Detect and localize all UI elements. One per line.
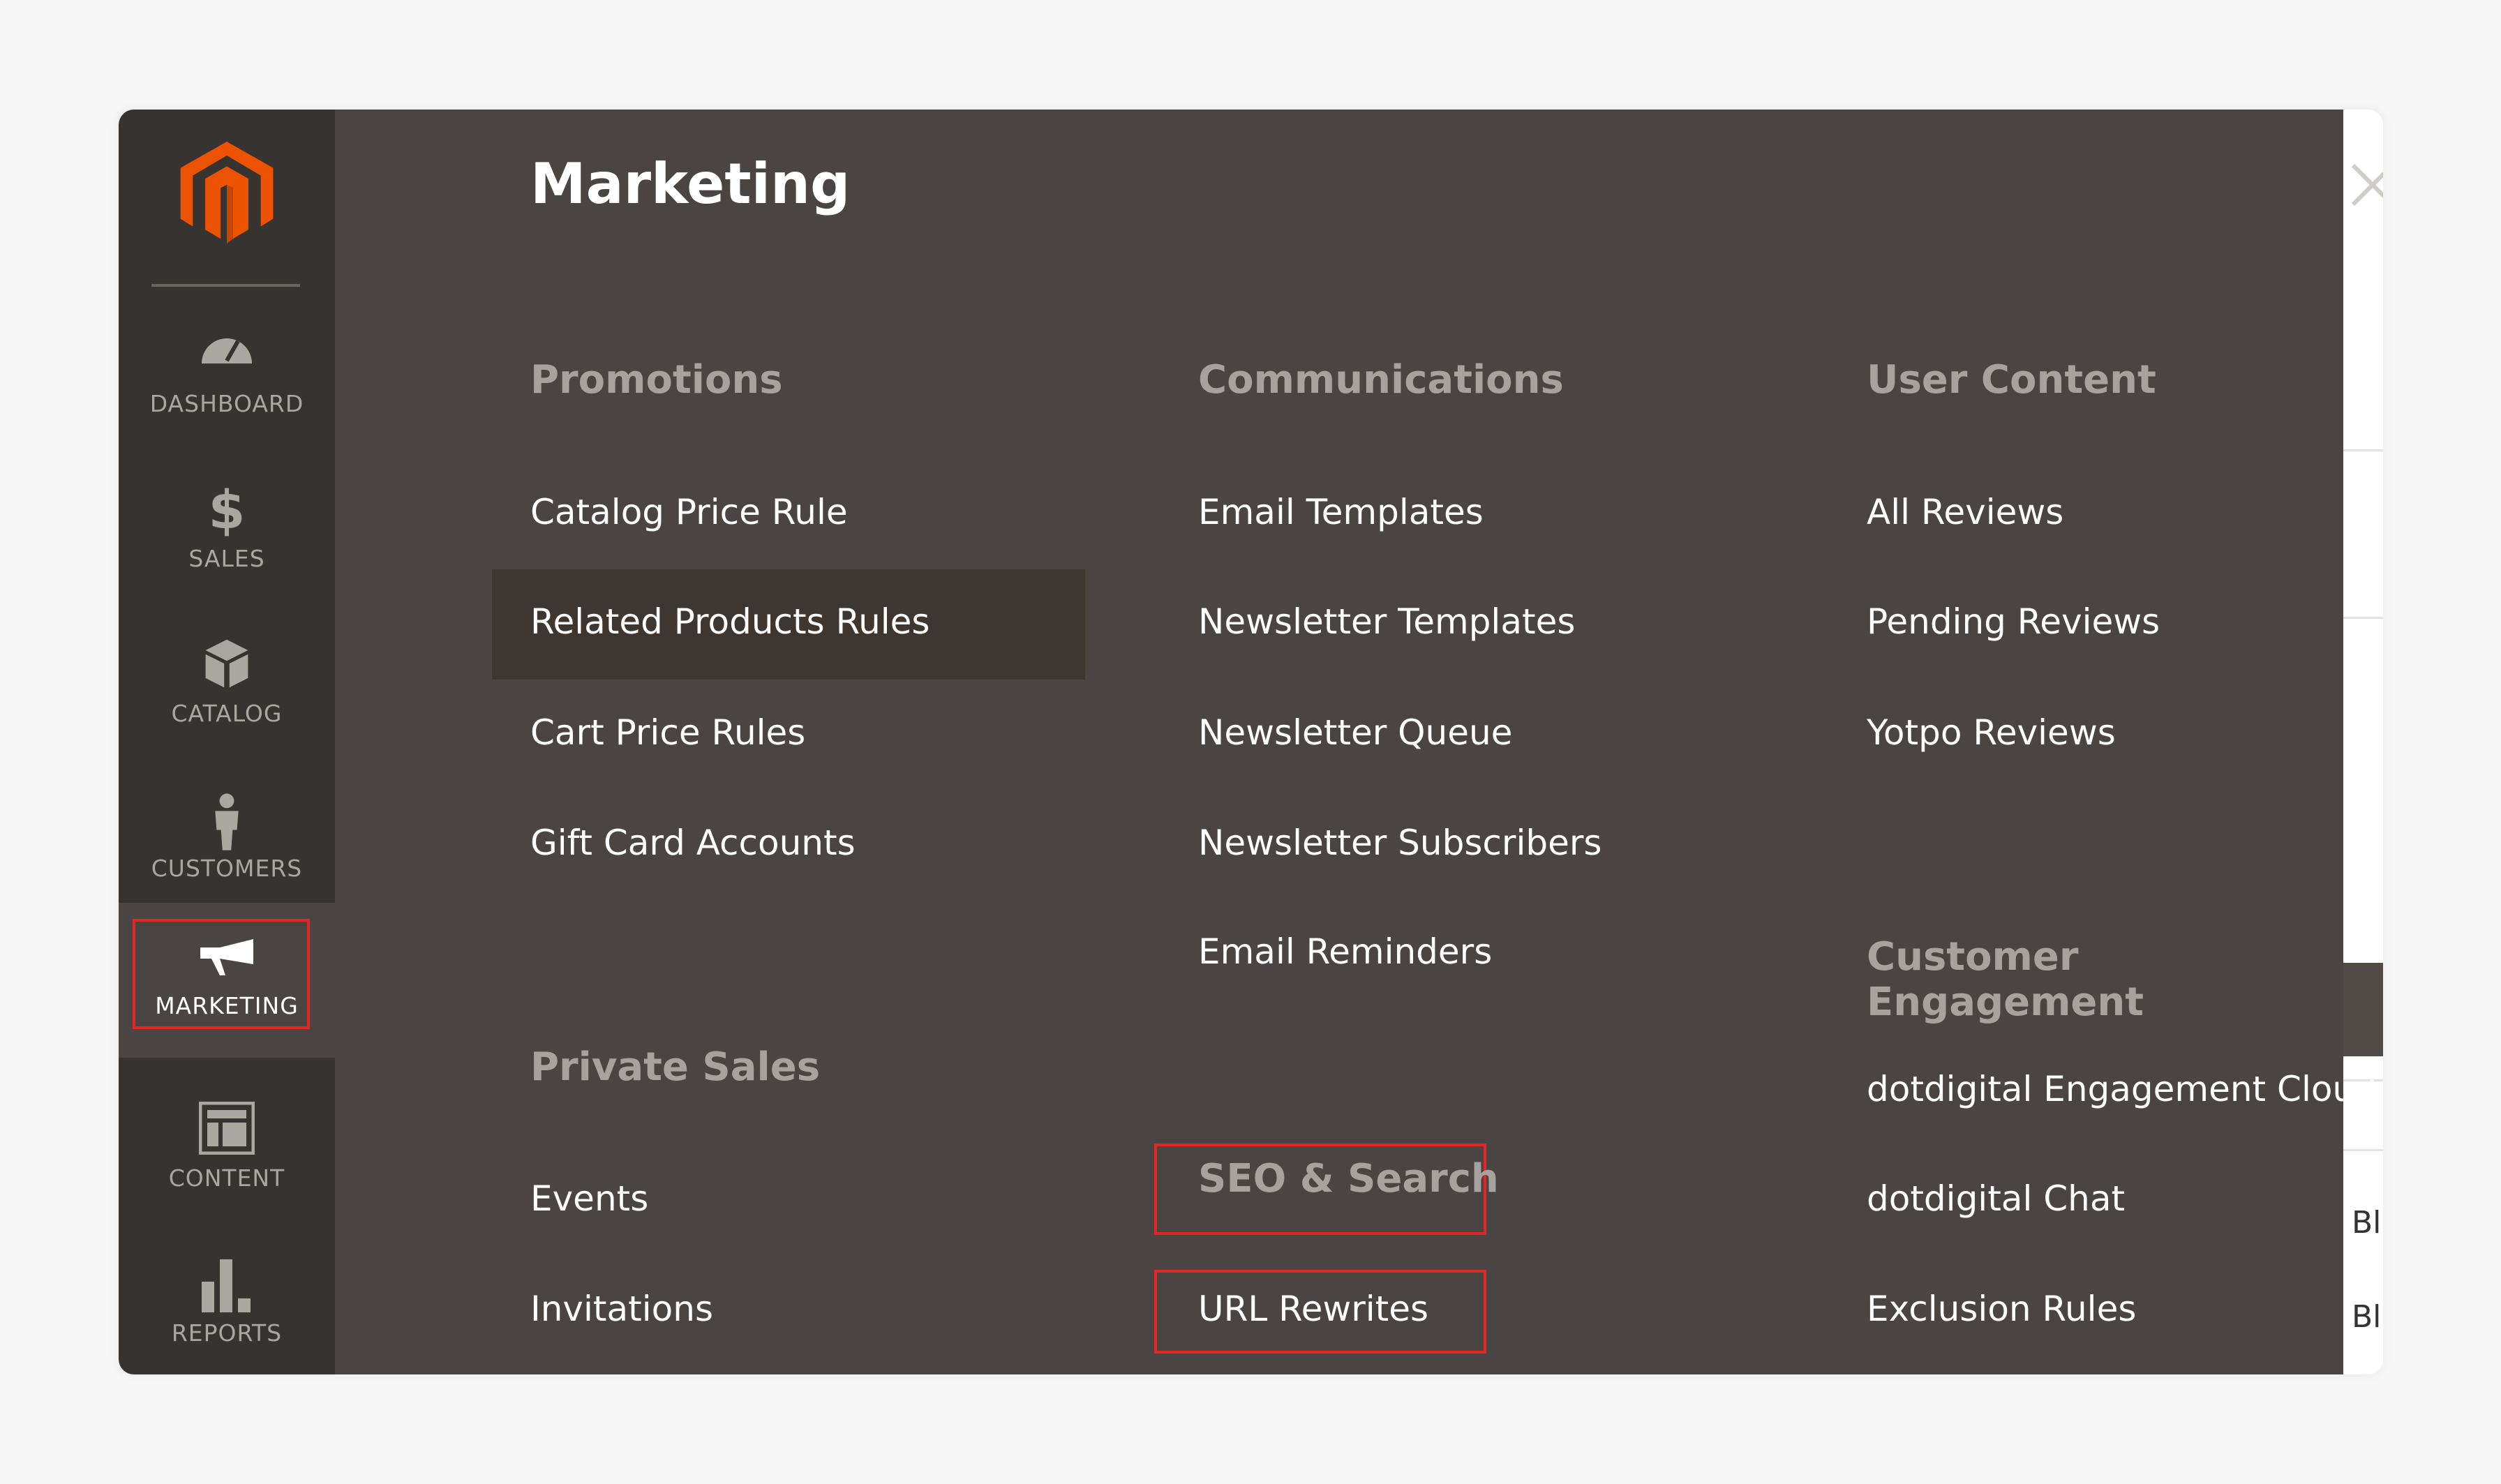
dashboard-icon bbox=[202, 338, 252, 363]
sidebar-item-reports[interactable]: REPORTS bbox=[119, 1234, 335, 1374]
megaphone-icon bbox=[200, 939, 253, 975]
section-header-private-sales: Private Sales bbox=[530, 1044, 821, 1090]
admin-window: Bl Bl DASHBOARD $ SALES CATALOG CUSTOMER… bbox=[119, 110, 2383, 1374]
sidebar-divider bbox=[151, 284, 300, 287]
menu-item-catalog-price-rule[interactable]: Catalog Price Rule bbox=[530, 492, 848, 532]
menu-item-invitations[interactable]: Invitations bbox=[530, 1289, 713, 1329]
row-divider bbox=[2343, 617, 2383, 619]
menu-item-newsletter-queue[interactable]: Newsletter Queue bbox=[1198, 712, 1512, 753]
sidebar-item-marketing[interactable]: MARKETING bbox=[119, 903, 335, 1058]
menu-item-email-templates[interactable]: Email Templates bbox=[1198, 492, 1484, 532]
magento-logo[interactable] bbox=[180, 142, 274, 243]
sidebar-item-label: REPORTS bbox=[171, 1319, 283, 1347]
row-divider bbox=[2343, 1149, 2383, 1151]
bar-chart-icon bbox=[202, 1259, 251, 1312]
background-row-text: Bl bbox=[2352, 1299, 2382, 1335]
menu-item-dotdigital-chat[interactable]: dotdigital Chat bbox=[1867, 1178, 2125, 1219]
section-header-seo-search: SEO & Search bbox=[1198, 1156, 1499, 1201]
section-header-communications: Communications bbox=[1198, 357, 1564, 403]
person-icon bbox=[215, 793, 239, 850]
menu-item-newsletter-subscribers[interactable]: Newsletter Subscribers bbox=[1198, 823, 1602, 863]
sidebar-item-sales[interactable]: $ SALES bbox=[119, 460, 335, 615]
panel-title: Marketing bbox=[530, 151, 851, 216]
menu-item-pending-reviews[interactable]: Pending Reviews bbox=[1867, 601, 2160, 642]
sidebar-item-label: DASHBOARD bbox=[149, 390, 304, 417]
close-icon[interactable] bbox=[2345, 157, 2383, 213]
menu-item-newsletter-templates[interactable]: Newsletter Templates bbox=[1198, 601, 1575, 642]
menu-item-cart-price-rules[interactable]: Cart Price Rules bbox=[530, 712, 805, 753]
row-divider bbox=[2343, 449, 2383, 451]
menu-item-events[interactable]: Events bbox=[530, 1178, 648, 1219]
background-header-bar bbox=[2343, 963, 2383, 1056]
section-header-promotions: Promotions bbox=[530, 357, 783, 403]
menu-item-all-reviews[interactable]: All Reviews bbox=[1867, 492, 2063, 532]
sidebar-item-customers[interactable]: CUSTOMERS bbox=[119, 770, 335, 924]
menu-item-email-reminders[interactable]: Email Reminders bbox=[1198, 931, 1492, 972]
sidebar-item-label: SALES bbox=[188, 545, 265, 572]
sidebar-item-label: MARKETING bbox=[155, 992, 299, 1019]
menu-item-exclusion-rules[interactable]: Exclusion Rules bbox=[1867, 1289, 2136, 1329]
section-header-customer-engagement: Customer Engagement bbox=[1867, 934, 2144, 1025]
marketing-menu-panel: Marketing Promotions Catalog Price Rule … bbox=[335, 110, 2383, 1374]
menu-item-gift-card-accounts[interactable]: Gift Card Accounts bbox=[530, 823, 856, 863]
menu-item-dotdigital-engagement-cloud[interactable]: dotdigital Engagement Cloud bbox=[1867, 1069, 2377, 1109]
sidebar-item-label: CUSTOMERS bbox=[151, 855, 303, 882]
dollar-icon: $ bbox=[208, 479, 246, 541]
menu-item-url-rewrites[interactable]: URL Rewrites bbox=[1198, 1289, 1428, 1329]
box-icon bbox=[205, 639, 248, 688]
sidebar-item-catalog[interactable]: CATALOG bbox=[119, 615, 335, 770]
menu-item-yotpo-reviews[interactable]: Yotpo Reviews bbox=[1867, 712, 2116, 753]
sidebar-item-label: CATALOG bbox=[171, 700, 283, 727]
layout-icon bbox=[199, 1102, 255, 1155]
admin-sidebar: DASHBOARD $ SALES CATALOG CUSTOMERS MARK… bbox=[119, 110, 335, 1374]
background-row-text: Bl bbox=[2352, 1205, 2382, 1241]
sidebar-item-label: CONTENT bbox=[168, 1164, 285, 1192]
sidebar-item-content[interactable]: CONTENT bbox=[119, 1079, 335, 1234]
background-page: Bl Bl bbox=[2343, 110, 2383, 1374]
menu-item-related-products-rules[interactable]: Related Products Rules bbox=[530, 601, 930, 642]
sidebar-item-dashboard[interactable]: DASHBOARD bbox=[119, 305, 335, 460]
section-header-user-content: User Content bbox=[1867, 357, 2156, 403]
